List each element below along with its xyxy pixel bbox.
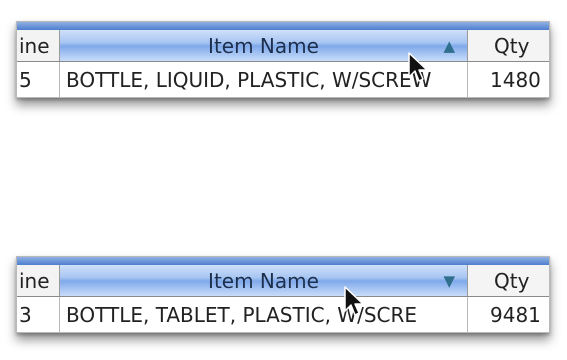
cell-qty: 9481 xyxy=(490,303,541,327)
table-row[interactable]: 3 BOTTLE, TABLET, PLASTIC, W/SCRE 9481 xyxy=(17,297,549,332)
column-header-qty[interactable]: Qty xyxy=(468,265,549,296)
column-header-item-name-label: Item Name xyxy=(208,268,319,293)
table-top-strip xyxy=(17,257,549,265)
sort-descending-icon[interactable]: ▼ xyxy=(443,272,455,290)
cell-item-name: BOTTLE, TABLET, PLASTIC, W/SCRE xyxy=(60,297,468,332)
table-panel-ascending: ine Item Name ▲ Qty 5 BOTTLE, LIQUID, PL… xyxy=(16,21,550,98)
mouse-pointer-icon xyxy=(344,286,364,316)
table-row[interactable]: 5 BOTTLE, LIQUID, PLASTIC, W/SCREW 1480 xyxy=(17,62,549,97)
column-header-line[interactable]: ine xyxy=(17,30,60,61)
cell-qty: 1480 xyxy=(490,68,541,92)
column-header-line[interactable]: ine xyxy=(17,265,60,296)
table-header: ine Item Name ▼ Qty xyxy=(17,265,549,297)
table-panel-descending: ine Item Name ▼ Qty 3 BOTTLE, TABLET, PL… xyxy=(16,256,550,333)
cell-line: 5 xyxy=(17,62,60,97)
mouse-pointer-icon xyxy=(408,52,428,82)
sort-ascending-icon[interactable]: ▲ xyxy=(443,37,455,55)
column-header-qty[interactable]: Qty xyxy=(468,30,549,61)
cell-line: 3 xyxy=(17,297,60,332)
table-top-strip xyxy=(17,22,549,30)
table-header: ine Item Name ▲ Qty xyxy=(17,30,549,62)
column-header-item-name[interactable]: Item Name ▼ xyxy=(60,265,468,296)
column-header-item-name-label: Item Name xyxy=(208,33,319,58)
